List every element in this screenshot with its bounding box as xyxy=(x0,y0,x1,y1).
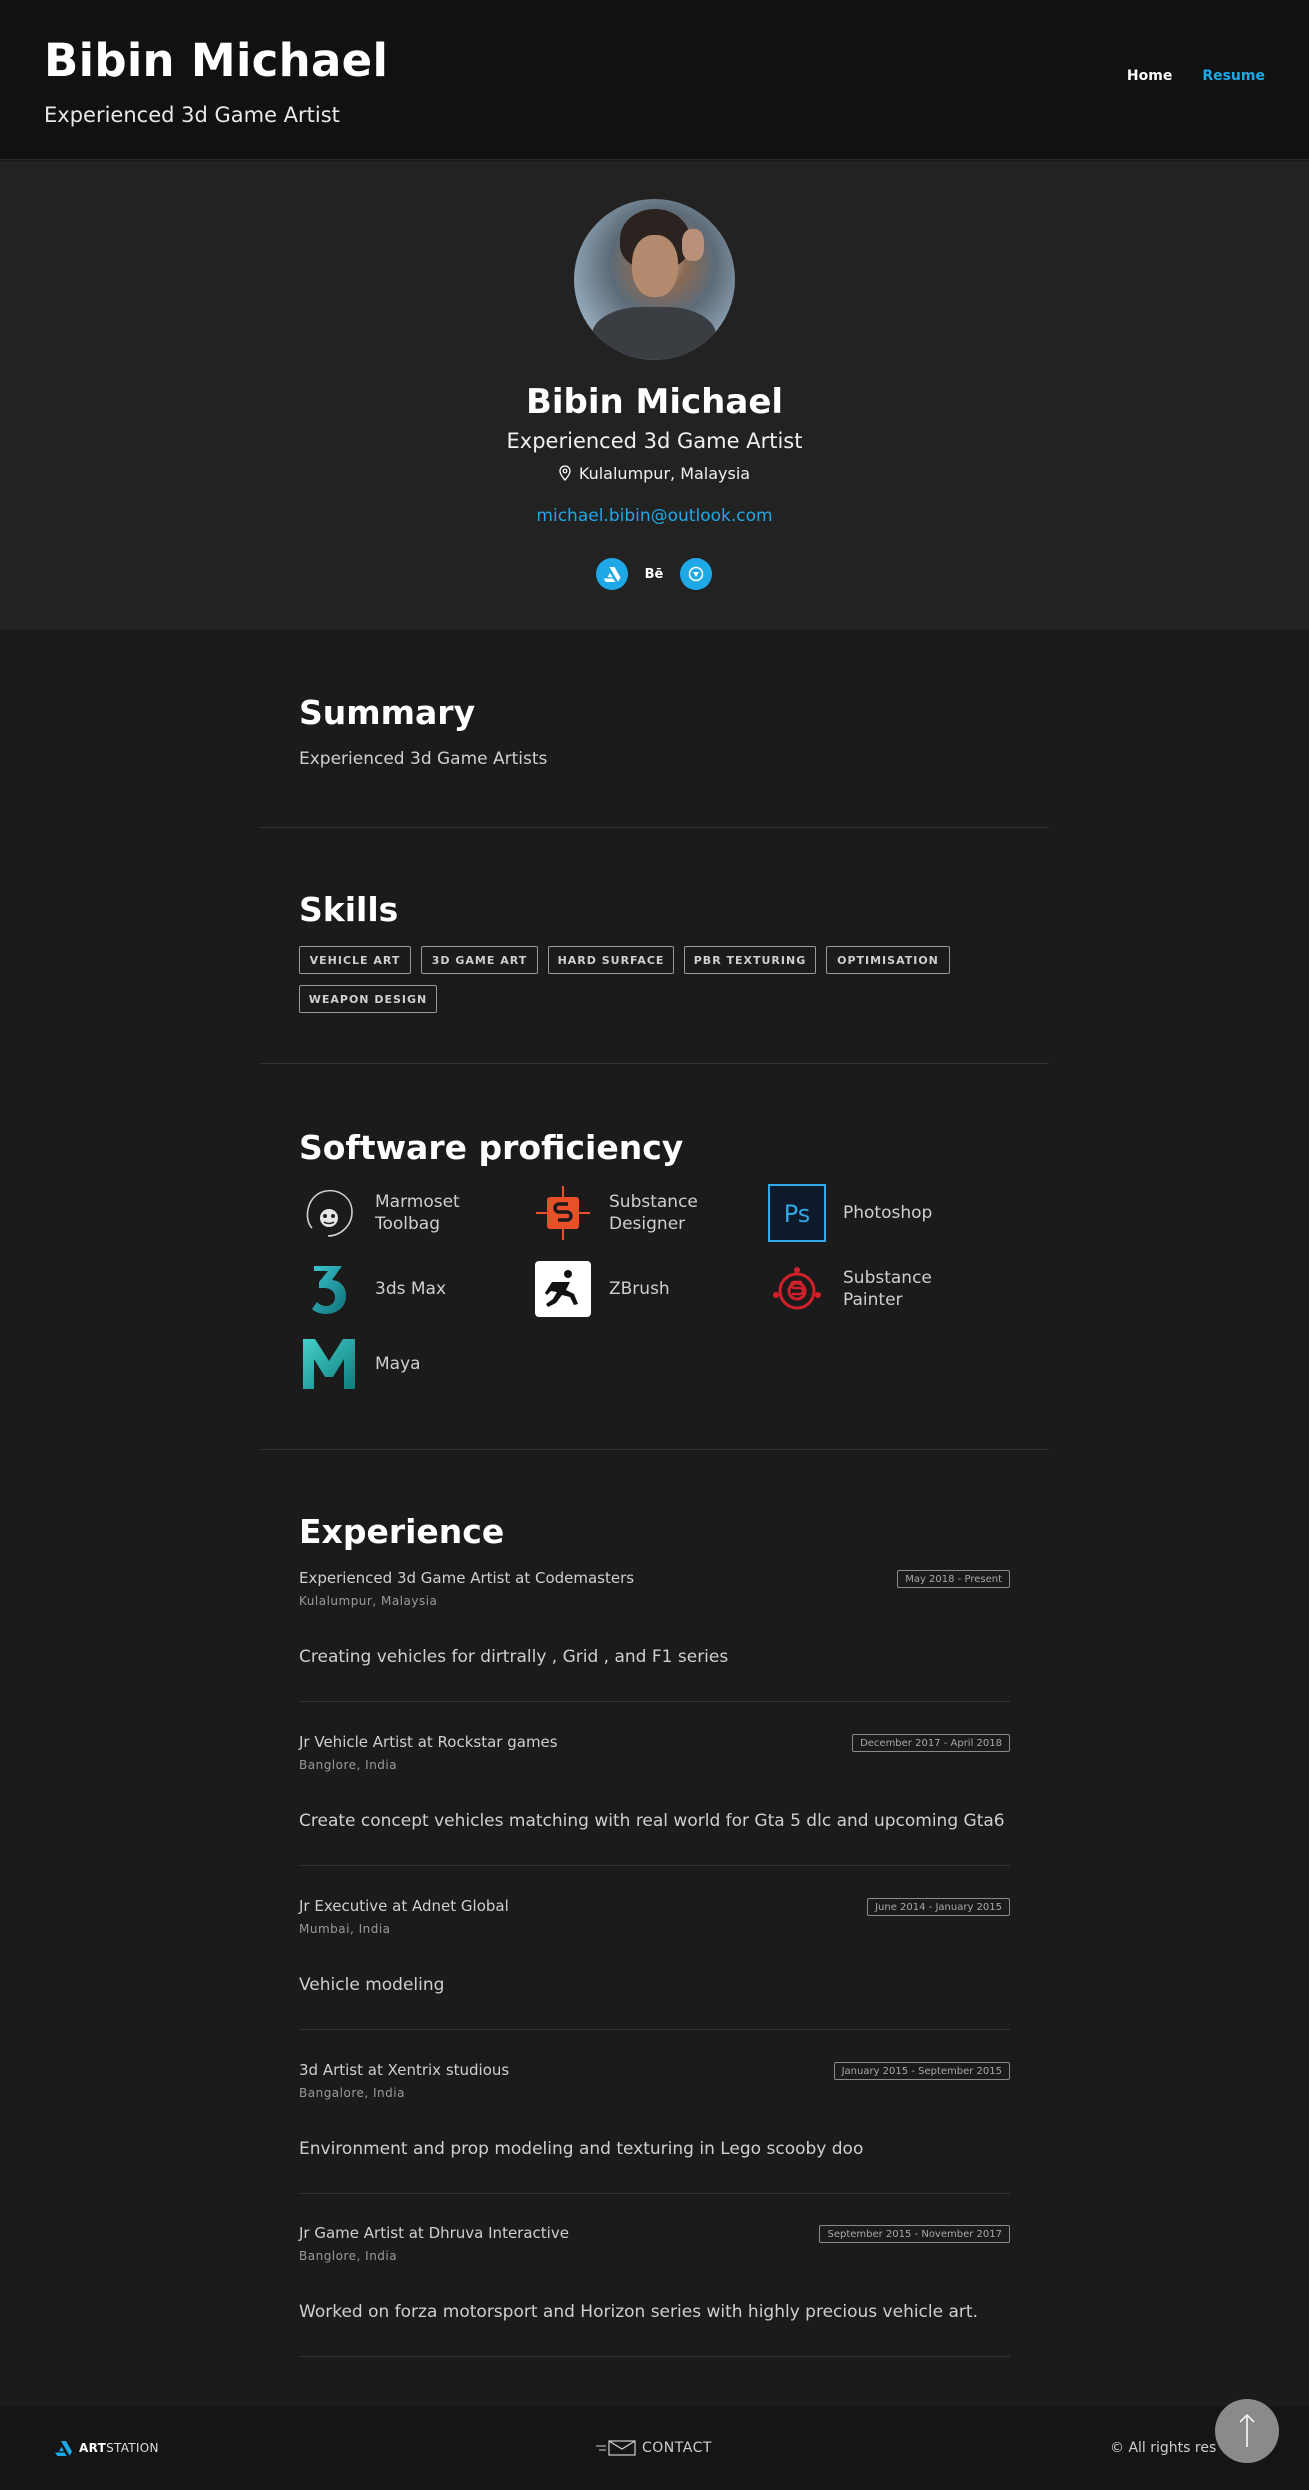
back-to-top-button[interactable] xyxy=(1215,2399,1279,2463)
experience-role: Jr Executive at Adnet Global xyxy=(299,1897,509,1915)
brand-text: ARTSTATION xyxy=(79,2441,159,2455)
site-subtitle: Experienced 3d Game Artist xyxy=(44,103,340,127)
location-text: Kulalumpur, Malaysia xyxy=(578,464,751,483)
summary-title: Summary xyxy=(299,693,476,732)
artstation-brand-link[interactable]: ARTSTATION xyxy=(54,2440,159,2456)
experience-desc: Creating vehicles for dirtrally , Grid ,… xyxy=(299,1647,729,1667)
main-nav: Home Resume xyxy=(1127,68,1265,84)
experience-place: Banglore, India xyxy=(299,2249,398,2263)
skill-tag[interactable]: WEAPON DESIGN xyxy=(299,985,437,1013)
behance-icon[interactable]: Bē xyxy=(638,558,670,590)
software-item: Maya xyxy=(300,1335,485,1393)
contact-link[interactable]: CONTACT xyxy=(596,2440,712,2456)
site-title[interactable]: Bibin Michael xyxy=(44,34,388,87)
experience-desc: Worked on forza motorsport and Horizon s… xyxy=(299,2302,978,2322)
experience-dates: January 2015 - September 2015 xyxy=(833,2062,1010,2080)
email-link[interactable]: michael.bibin@outlook.com xyxy=(0,506,1309,526)
experience-role: Jr Game Artist at Dhruva Interactive xyxy=(299,2224,569,2242)
software-name: Substance Painter xyxy=(843,1268,932,1310)
divider xyxy=(299,2029,1010,2030)
software-item: Ps Photoshop xyxy=(768,1184,953,1242)
experience-place: Kulalumpur, Malaysia xyxy=(299,1594,438,1608)
software-item: 3ds Max xyxy=(300,1260,485,1318)
artstation-icon[interactable] xyxy=(596,558,628,590)
experience-place: Banglore, India xyxy=(299,1758,398,1772)
svg-text:Ps: Ps xyxy=(784,1200,811,1228)
software-name: Marmoset Toolbag xyxy=(375,1192,460,1234)
substance-painter-icon xyxy=(768,1260,826,1318)
divider xyxy=(299,2193,1010,2194)
software-name: 3ds Max xyxy=(375,1279,447,1299)
envelope-icon xyxy=(596,2440,636,2456)
software-name: ZBrush xyxy=(609,1279,670,1299)
third-social-icon[interactable] xyxy=(680,558,712,590)
experience-dates: May 2018 - Present xyxy=(897,1570,1010,1588)
social-links: Bē xyxy=(596,558,712,590)
skill-tag[interactable]: HARD SURFACE xyxy=(548,946,674,974)
divider xyxy=(260,1063,1049,1064)
divider xyxy=(260,1449,1049,1450)
experience-title: Experience xyxy=(299,1512,505,1551)
location-pin-icon xyxy=(559,465,571,481)
experience-desc: Create concept vehicles matching with re… xyxy=(299,1811,1005,1831)
zbrush-icon xyxy=(534,1260,592,1318)
experience-place: Mumbai, India xyxy=(299,1922,391,1936)
arrow-up-icon xyxy=(1239,2413,1255,2447)
marmoset-icon xyxy=(300,1184,358,1242)
summary-text: Experienced 3d Game Artists xyxy=(299,749,548,769)
experience-desc: Vehicle modeling xyxy=(299,1975,445,1995)
software-name: Photoshop xyxy=(843,1203,933,1223)
skill-tag[interactable]: PBR TEXTURING xyxy=(684,946,816,974)
artstation-logo-icon xyxy=(55,2441,72,2456)
experience-role: Experienced 3d Game Artist at Codemaster… xyxy=(299,1569,635,1587)
skill-tag[interactable]: 3D GAME ART xyxy=(421,946,538,974)
experience-desc: Environment and prop modeling and textur… xyxy=(299,2139,864,2159)
divider xyxy=(299,1701,1010,1702)
experience-dates: June 2014 - January 2015 xyxy=(867,1898,1010,1916)
copyright-text: © All rights res xyxy=(1110,2440,1217,2456)
skill-tag[interactable]: VEHICLE ART xyxy=(299,946,411,974)
maya-icon xyxy=(300,1335,358,1393)
software-title: Software proficiency xyxy=(299,1128,684,1167)
experience-dates: December 2017 - April 2018 xyxy=(852,1734,1010,1752)
nav-resume-link[interactable]: Resume xyxy=(1202,68,1265,84)
software-item: ZBrush xyxy=(534,1260,719,1318)
experience-role: 3d Artist at Xentrix studious xyxy=(299,2061,510,2079)
skill-tag[interactable]: OPTIMISATION xyxy=(826,946,950,974)
experience-role: Jr Vehicle Artist at Rockstar games xyxy=(299,1733,558,1751)
contact-text: CONTACT xyxy=(642,2440,712,2456)
nav-home-link[interactable]: Home xyxy=(1127,68,1172,84)
3dsmax-icon xyxy=(300,1260,358,1318)
experience-place: Bangalore, India xyxy=(299,2086,405,2100)
software-name: Substance Designer xyxy=(609,1192,698,1234)
experience-dates: September 2015 - November 2017 xyxy=(819,2225,1010,2243)
divider xyxy=(299,1865,1010,1866)
profile-location: Kulalumpur, Malaysia xyxy=(0,464,1309,483)
software-name: Maya xyxy=(375,1354,421,1374)
site-header: Bibin Michael Experienced 3d Game Artist… xyxy=(0,0,1309,160)
software-item: Marmoset Toolbag xyxy=(300,1184,485,1242)
substance-designer-icon xyxy=(534,1184,592,1242)
photoshop-icon: Ps xyxy=(768,1184,826,1242)
software-item: Substance Painter xyxy=(768,1260,953,1318)
profile-name: Bibin Michael xyxy=(525,382,784,422)
avatar xyxy=(574,199,735,360)
skills-title: Skills xyxy=(299,890,399,929)
divider xyxy=(299,2356,1010,2357)
site-footer: ARTSTATION CONTACT © All rights res xyxy=(0,2406,1309,2490)
profile-headline: Experienced 3d Game Artist xyxy=(506,429,803,453)
profile-section: Bibin Michael Experienced 3d Game Artist… xyxy=(0,161,1309,629)
software-item: Substance Designer xyxy=(534,1184,719,1242)
divider xyxy=(260,827,1049,828)
